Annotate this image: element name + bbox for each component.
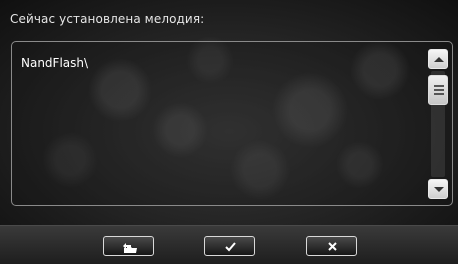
- scroll-thumb[interactable]: [428, 75, 448, 105]
- scroll-up-button[interactable]: [428, 49, 448, 69]
- arrow-down-icon: [434, 187, 444, 192]
- close-icon: [328, 242, 337, 251]
- cancel-button[interactable]: [306, 236, 357, 256]
- grip-icon: [434, 89, 444, 91]
- scrollbar[interactable]: [428, 49, 448, 199]
- folder-back-icon: [123, 243, 137, 253]
- grip-icon: [434, 85, 444, 87]
- list-item[interactable]: NandFlash\: [21, 56, 88, 70]
- checkmark-icon: [225, 242, 236, 252]
- dialog-title: Сейчас установлена мелодия:: [10, 12, 205, 26]
- file-list[interactable]: NandFlash\: [11, 41, 453, 206]
- folder-back-button[interactable]: [103, 236, 154, 256]
- arrow-up-icon: [434, 57, 444, 62]
- grip-icon: [434, 93, 444, 95]
- scroll-down-button[interactable]: [428, 179, 448, 199]
- confirm-button[interactable]: [204, 236, 255, 256]
- bottom-toolbar: [0, 225, 458, 264]
